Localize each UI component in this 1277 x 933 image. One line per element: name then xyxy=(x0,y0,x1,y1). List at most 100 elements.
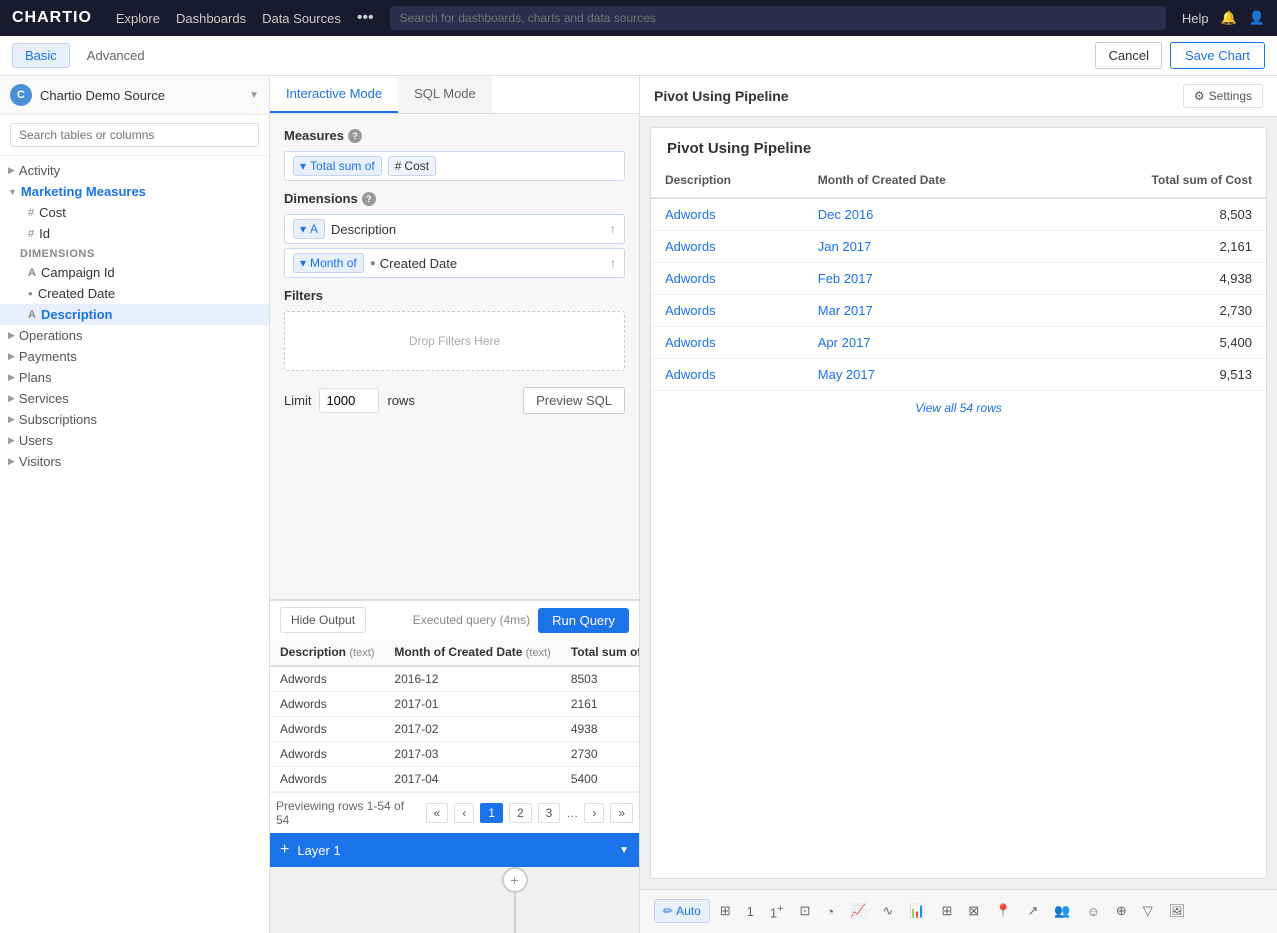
sidebar-item-description[interactable]: A Description xyxy=(0,304,269,325)
hide-output-button[interactable]: Hide Output xyxy=(280,607,366,633)
page-prev-button[interactable]: ‹ xyxy=(454,803,474,823)
dim1-label: A xyxy=(310,222,318,236)
add-layer-button[interactable]: + xyxy=(280,841,289,859)
tree-area: ▶ Activity ▼ Marketing Measures # Cost #… xyxy=(0,156,269,933)
gauge-icon[interactable]: 1+ xyxy=(764,898,790,925)
pivot-row: Adwords Mar 2017 2,730 xyxy=(651,295,1266,327)
sidebar-item-campaign-id[interactable]: A Campaign Id xyxy=(0,262,269,283)
dim-arrow-icon: ▾ xyxy=(300,256,306,270)
tab-basic[interactable]: Basic xyxy=(12,43,70,68)
pipeline-connector: + xyxy=(270,867,639,933)
cancel-button[interactable]: Cancel xyxy=(1095,42,1161,69)
chart-toolbar: ✏ Auto ⊞ 1 1+ ⊡ ◔ 📈 ∿ 📊 ⊞ ⊠ 📍 ↗ 👥 ☺ ⊕ ▽ … xyxy=(640,889,1277,933)
image-icon[interactable]: 🖼 xyxy=(1163,898,1192,924)
user-icon[interactable]: 👤 xyxy=(1249,10,1265,26)
dim2-tag[interactable]: ▾ Month of xyxy=(293,253,364,273)
cohort-icon[interactable]: 👥 xyxy=(1048,898,1076,924)
chevron-right-icon: ▶ xyxy=(8,351,15,362)
data-table-area: Hide Output Executed query (4ms) Run Que… xyxy=(270,599,639,833)
tab-sql-mode[interactable]: SQL Mode xyxy=(398,76,492,113)
sidebar-item-cost[interactable]: # Cost xyxy=(0,202,269,223)
sidebar-item-id[interactable]: # Id xyxy=(0,223,269,244)
bar-chart-icon[interactable]: 📊 xyxy=(903,898,931,924)
stacked-bar-icon[interactable]: ⊞ xyxy=(936,898,959,924)
emoji-icon[interactable]: ☺ xyxy=(1081,899,1106,924)
measures-help-icon[interactable]: ? xyxy=(348,129,362,143)
page-3-button[interactable]: 3 xyxy=(538,803,561,823)
sidebar-item-users[interactable]: ▶ Users xyxy=(0,430,269,451)
nav-search-input[interactable] xyxy=(390,6,1166,30)
nav-explore[interactable]: Explore xyxy=(116,11,160,26)
settings-button[interactable]: ⚙ Settings xyxy=(1183,84,1263,108)
dimensions-help-icon[interactable]: ? xyxy=(362,192,376,206)
dim1-sort-icon[interactable]: ↑ xyxy=(610,222,616,236)
sidebar-item-payments[interactable]: ▶ Payments xyxy=(0,346,269,367)
cell-month: 2017-03 xyxy=(384,742,560,767)
page-next-button[interactable]: › xyxy=(584,803,604,823)
col-header-cost: Total sum of Cost (integer) xyxy=(561,639,640,666)
cell-month: 2017-02 xyxy=(384,717,560,742)
sidebar-item-operations[interactable]: ▶ Operations xyxy=(0,325,269,346)
sidebar-item-visitors[interactable]: ▶ Visitors xyxy=(0,451,269,472)
single-value-icon[interactable]: 1 xyxy=(741,899,760,924)
layer-dropdown-icon[interactable]: ▼ xyxy=(619,845,629,856)
auto-chart-button[interactable]: ✏ Auto xyxy=(654,899,710,923)
sidebar-item-services[interactable]: ▶ Services xyxy=(0,388,269,409)
page-2-button[interactable]: 2 xyxy=(509,803,532,823)
nav-more-icon[interactable]: ••• xyxy=(357,9,374,27)
sidebar-item-activity[interactable]: ▶ Activity xyxy=(0,160,269,181)
dim1-tag[interactable]: ▾ A xyxy=(293,219,325,239)
nav-data-sources[interactable]: Data Sources xyxy=(262,11,341,26)
histogram-icon[interactable]: ⊠ xyxy=(962,898,985,924)
help-link[interactable]: Help xyxy=(1182,11,1209,26)
page-1-button[interactable]: 1 xyxy=(480,803,503,823)
pivot-col-description: Description xyxy=(651,163,804,198)
pivot-icon[interactable]: ⊕ xyxy=(1110,898,1133,924)
line-chart-icon[interactable]: 📈 xyxy=(844,898,872,924)
table-search-input[interactable] xyxy=(10,123,259,147)
sidebar-item-label: Visitors xyxy=(19,454,61,469)
pivot-header-title: Pivot Using Pipeline xyxy=(654,88,1175,104)
auto-label: Auto xyxy=(676,904,701,918)
dimensions-section-label: Dimensions xyxy=(0,244,269,262)
measure-aggregate-tag[interactable]: ▾ Total sum of xyxy=(293,156,382,176)
nav-dashboards[interactable]: Dashboards xyxy=(176,11,246,26)
sidebar-item-label: Description xyxy=(41,307,113,322)
map-icon[interactable]: 📍 xyxy=(989,898,1017,924)
area-chart-icon[interactable]: ∿ xyxy=(876,898,899,924)
table-chart-icon[interactable]: ⊞ xyxy=(714,898,737,924)
page-last-button[interactable]: » xyxy=(610,803,633,823)
sidebar-item-label: Users xyxy=(19,433,53,448)
add-pipeline-button[interactable]: + xyxy=(502,867,528,893)
save-chart-button[interactable]: Save Chart xyxy=(1170,42,1265,69)
pivot-row: Adwords May 2017 9,513 xyxy=(651,359,1266,391)
tab-interactive-mode[interactable]: Interactive Mode xyxy=(270,76,398,113)
sidebar-item-plans[interactable]: ▶ Plans xyxy=(0,367,269,388)
limit-input[interactable] xyxy=(319,388,379,413)
datasource-arrow-icon: ▼ xyxy=(249,90,259,101)
sidebar-item-label: Plans xyxy=(19,370,52,385)
scatter-icon[interactable]: ⊡ xyxy=(793,898,816,924)
notifications-icon[interactable]: 🔔 xyxy=(1221,10,1237,26)
pie-icon[interactable]: ◔ xyxy=(820,899,840,924)
preview-sql-button[interactable]: Preview SQL xyxy=(523,387,625,414)
dim2-sort-icon[interactable]: ↑ xyxy=(610,256,616,270)
pivot-cell-cost: 2,730 xyxy=(1057,295,1266,327)
sidebar-item-marketing-measures[interactable]: ▼ Marketing Measures xyxy=(0,181,269,202)
view-all-link[interactable]: View all 54 rows xyxy=(651,391,1266,425)
filters-drop-zone[interactable]: Drop Filters Here xyxy=(284,311,625,371)
pivot-col-cost: Total sum of Cost xyxy=(1057,163,1266,198)
measure-field-tag[interactable]: # Cost xyxy=(388,156,436,176)
table-row: Adwords 2017-04 5400 xyxy=(270,767,640,792)
sidebar-item-created-date[interactable]: ● Created Date xyxy=(0,283,269,304)
funnel-icon[interactable]: ↗ xyxy=(1022,898,1045,924)
table-row: Adwords 2017-02 4938 xyxy=(270,717,640,742)
page-first-button[interactable]: « xyxy=(426,803,449,823)
datasource-selector[interactable]: C Chartio Demo Source ▼ xyxy=(0,76,269,115)
executed-query-text: Executed query (4ms) xyxy=(413,613,530,627)
run-query-button[interactable]: Run Query xyxy=(538,608,629,633)
main-layout: C Chartio Demo Source ▼ ▶ Activity ▼ Mar… xyxy=(0,76,1277,933)
sidebar-item-subscriptions[interactable]: ▶ Subscriptions xyxy=(0,409,269,430)
tab-advanced[interactable]: Advanced xyxy=(74,43,158,68)
filter-icon[interactable]: ▽ xyxy=(1137,898,1159,924)
